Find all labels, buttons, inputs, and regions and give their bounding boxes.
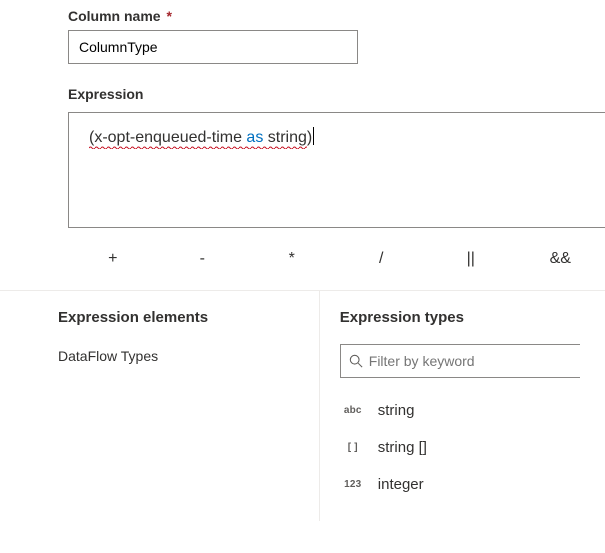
expr-identifier: x-opt-enqueued-time [94, 129, 242, 146]
text-caret [313, 127, 314, 145]
operator-minus[interactable]: - [158, 240, 248, 278]
type-prefix-123: 123 [342, 479, 364, 490]
search-icon [349, 354, 363, 368]
operator-multiply[interactable]: * [247, 240, 337, 278]
expression-types-title: Expression types [340, 309, 605, 326]
expression-elements-title: Expression elements [58, 309, 307, 326]
expr-as-keyword: as [246, 129, 263, 146]
column-name-label-text: Column name [68, 8, 161, 24]
element-dataflow-types[interactable]: DataFlow Types [58, 344, 307, 368]
type-label-string-array: string [] [378, 439, 427, 456]
type-label-integer: integer [378, 476, 424, 493]
operator-and[interactable]: && [516, 240, 605, 278]
type-prefix-abc: abc [342, 405, 364, 416]
operator-divide[interactable]: / [337, 240, 427, 278]
expression-label: Expression [68, 86, 605, 102]
expr-type: string [268, 129, 307, 146]
type-prefix-brackets: [ ] [342, 442, 364, 453]
filter-input[interactable] [363, 352, 572, 370]
type-item-string-array[interactable]: [ ] string [] [340, 429, 605, 466]
expression-editor[interactable]: (x-opt-enqueued-time as string ) [68, 112, 605, 228]
operator-toolbar: + - * / || && [68, 240, 605, 278]
expr-close-paren: ) [307, 129, 312, 146]
type-label-string: string [378, 402, 415, 419]
column-name-label: Column name * [68, 8, 605, 24]
type-item-string[interactable]: abc string [340, 392, 605, 429]
operator-or[interactable]: || [426, 240, 516, 278]
operator-plus[interactable]: + [68, 240, 158, 278]
type-item-integer[interactable]: 123 integer [340, 466, 605, 503]
required-asterisk: * [166, 8, 171, 24]
filter-box[interactable] [340, 344, 580, 378]
column-name-input[interactable] [68, 30, 358, 64]
